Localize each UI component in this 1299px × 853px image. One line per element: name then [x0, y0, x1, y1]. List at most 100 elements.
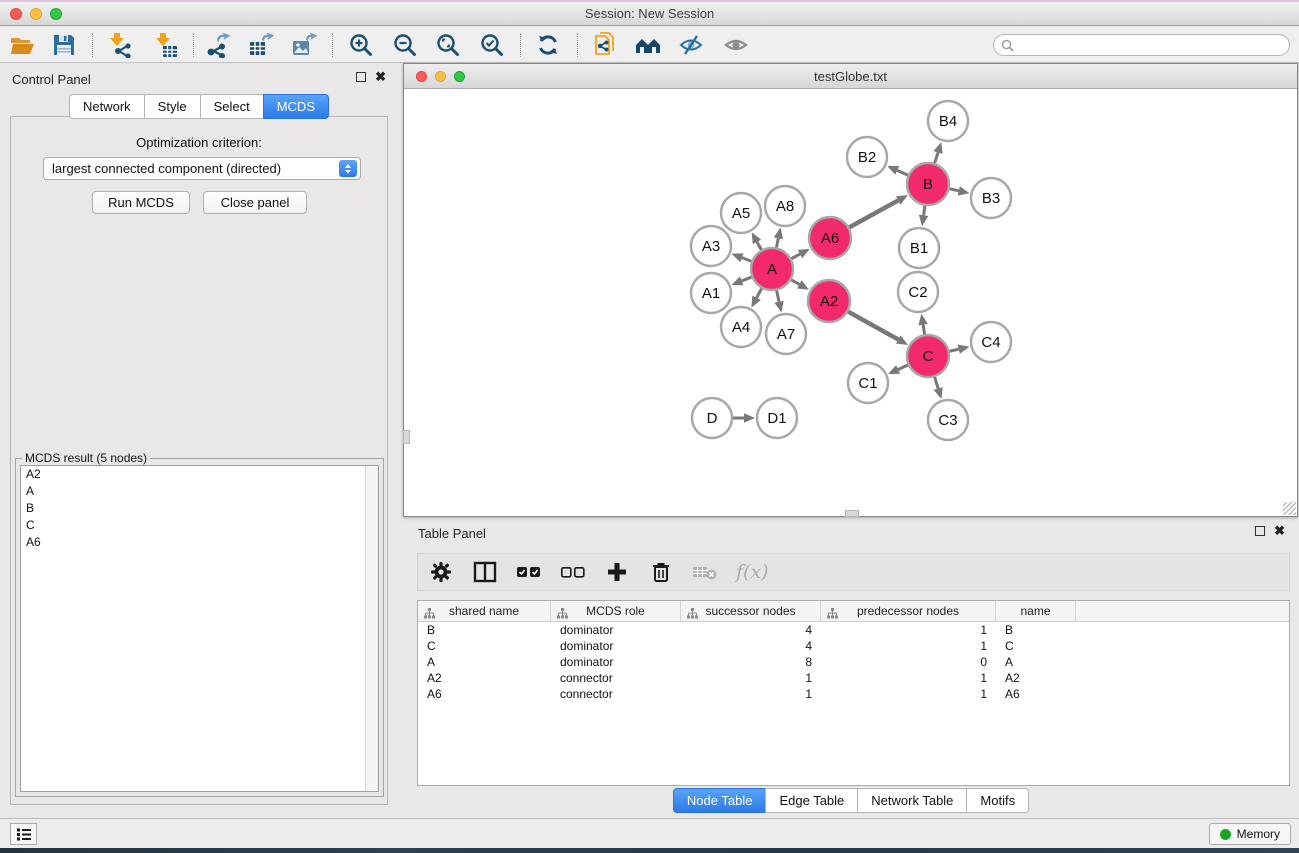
graph-node-C4[interactable]: C4 [971, 322, 1011, 362]
delete-table-button[interactable] [692, 559, 718, 585]
bottom-splitter-handle[interactable] [845, 510, 859, 517]
close-table-panel-icon[interactable]: ✖ [1274, 526, 1285, 536]
zoom-out-button[interactable] [391, 31, 419, 59]
float-panel-icon[interactable] [356, 72, 366, 82]
graph-node-C1[interactable]: C1 [848, 363, 888, 403]
mcds-result-item[interactable]: A6 [21, 534, 378, 551]
graph-node-A3[interactable]: A3 [691, 226, 731, 266]
export-table-button[interactable] [247, 31, 275, 59]
export-network-button[interactable] [204, 31, 232, 59]
graph-node-A8[interactable]: A8 [765, 186, 805, 226]
graph-edge-A-A1[interactable] [731, 276, 751, 285]
tab-network[interactable]: Network [69, 94, 145, 119]
network-canvas[interactable]: AA1A2A3A4A5A6A7A8BB1B2B3B4CC1C2C3C4DD1 [404, 89, 1297, 516]
graph-node-A6[interactable]: A6 [809, 217, 851, 259]
graph-edge-A-A5[interactable] [752, 232, 762, 250]
save-session-button[interactable] [50, 31, 78, 59]
table-settings-button[interactable] [428, 559, 454, 585]
graph-node-A1[interactable]: A1 [691, 273, 731, 313]
graph-node-B2[interactable]: B2 [847, 137, 887, 177]
export-image-button[interactable] [290, 31, 318, 59]
graph-node-B1[interactable]: B1 [899, 228, 939, 268]
zoom-fit-button[interactable] [434, 31, 462, 59]
graph-node-A7[interactable]: A7 [766, 314, 806, 354]
graph-edge-C-C2[interactable] [918, 314, 927, 335]
graph-node-A5[interactable]: A5 [721, 193, 761, 233]
mcds-result-item[interactable]: B [21, 500, 378, 517]
graph-edge-D-D1[interactable] [733, 413, 755, 423]
graph-edge-A-A6[interactable] [791, 249, 809, 259]
graph-edge-A-A4[interactable] [751, 288, 761, 307]
graph-node-B[interactable]: B [907, 163, 949, 205]
mcds-result-item[interactable]: C [21, 517, 378, 534]
graph-edge-C-C4[interactable] [949, 345, 969, 354]
graph-edge-A-A8[interactable] [774, 228, 783, 248]
graph-node-B4[interactable]: B4 [928, 101, 968, 141]
graph-edge-C-C3[interactable] [934, 377, 943, 399]
graph-node-B3[interactable]: B3 [971, 178, 1011, 218]
graph-edge-B-B1[interactable] [919, 206, 928, 226]
tab-motifs[interactable]: Motifs [966, 788, 1029, 813]
optimization-criterion-select[interactable]: largest connected component (directed) [43, 157, 361, 180]
close-panel-icon[interactable]: ✖ [375, 72, 386, 82]
delete-column-button[interactable] [648, 559, 674, 585]
refresh-button[interactable] [534, 31, 562, 59]
hide-details-button[interactable] [677, 31, 705, 59]
clone-network-button[interactable] [591, 31, 619, 59]
add-column-button[interactable] [604, 559, 630, 585]
task-history-button[interactable] [10, 823, 37, 845]
search-field[interactable] [993, 34, 1290, 56]
mcds-result-item[interactable]: A2 [21, 466, 378, 483]
float-table-panel-icon[interactable] [1255, 526, 1265, 536]
graph-edge-B-B4[interactable] [933, 142, 942, 163]
close-panel-button[interactable]: Close panel [203, 191, 307, 214]
search-input[interactable] [1014, 38, 1289, 52]
column-header-successor-nodes[interactable]: successor nodes [681, 601, 821, 621]
graph-edge-A-A3[interactable] [732, 253, 752, 262]
graph-node-C3[interactable]: C3 [928, 400, 968, 440]
tab-network-table[interactable]: Network Table [857, 788, 967, 813]
graph-edge-A-A2[interactable] [791, 280, 809, 290]
graph-node-D[interactable]: D [692, 398, 732, 438]
graph-edge-B-B3[interactable] [949, 186, 969, 195]
tab-node-table[interactable]: Node Table [673, 788, 767, 813]
open-session-button[interactable] [8, 31, 36, 59]
table-row[interactable]: Cdominator41C [418, 638, 1289, 654]
table-row[interactable]: Adominator80A [418, 654, 1289, 670]
result-list-scrollbar[interactable] [365, 466, 378, 791]
graph-edge-A-A7[interactable] [774, 291, 783, 313]
home-button[interactable] [634, 31, 662, 59]
column-header-shared-name[interactable]: shared name [418, 601, 551, 621]
import-network-button[interactable] [106, 31, 134, 59]
graph-node-C2[interactable]: C2 [898, 272, 938, 312]
column-header-predecessor-nodes[interactable]: predecessor nodes [821, 601, 996, 621]
show-details-button[interactable] [722, 31, 750, 59]
zoom-selected-button[interactable] [478, 31, 506, 59]
function-builder-button[interactable]: f(x) [736, 561, 769, 583]
graph-edge-C-C1[interactable] [888, 365, 908, 374]
graph-node-C[interactable]: C [907, 335, 949, 377]
graph-edge-B-B2[interactable] [887, 166, 908, 175]
graph-node-D1[interactable]: D1 [757, 398, 797, 438]
graph-edge-A2-C[interactable] [848, 312, 908, 345]
table-row[interactable]: A2connector11A2 [418, 670, 1289, 686]
tab-style[interactable]: Style [144, 94, 201, 119]
run-mcds-button[interactable]: Run MCDS [92, 191, 190, 214]
deselect-all-columns-button[interactable] [560, 559, 586, 585]
table-row[interactable]: A6connector11A6 [418, 686, 1289, 702]
graph-edge-A6-B[interactable] [849, 195, 908, 227]
zoom-in-button[interactable] [347, 31, 375, 59]
left-splitter-handle[interactable] [403, 430, 410, 444]
split-view-button[interactable] [472, 559, 498, 585]
select-all-columns-button[interactable] [516, 559, 542, 585]
column-header-name[interactable]: name [996, 601, 1076, 621]
table-row[interactable]: Bdominator41B [418, 622, 1289, 638]
tab-mcds[interactable]: MCDS [263, 94, 329, 119]
graph-node-A4[interactable]: A4 [721, 307, 761, 347]
tab-select[interactable]: Select [200, 94, 264, 119]
tab-edge-table[interactable]: Edge Table [765, 788, 858, 813]
import-table-button[interactable] [152, 31, 180, 59]
graph-node-A2[interactable]: A2 [808, 280, 850, 322]
resize-grip[interactable] [1283, 502, 1296, 515]
column-header-MCDS-role[interactable]: MCDS role [551, 601, 681, 621]
